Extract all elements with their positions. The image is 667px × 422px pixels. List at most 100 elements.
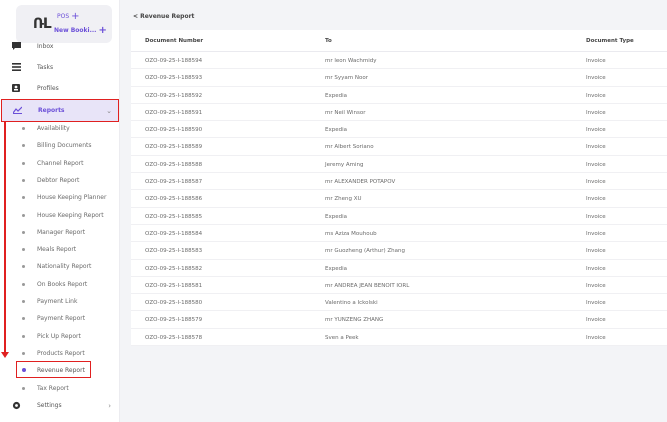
sidebar-item-inbox[interactable]: Inbox bbox=[0, 38, 120, 55]
sidebar-item-tasks[interactable]: Tasks bbox=[0, 59, 120, 76]
cell-to: mr ANDREA JEAN BENOIT IORL bbox=[325, 282, 410, 289]
submenu-item-channel-report[interactable]: Channel Report bbox=[0, 157, 120, 171]
table-header: Document Number To Document Type bbox=[131, 30, 667, 52]
submenu-item-label: Channel Report bbox=[37, 159, 84, 167]
submenu-item-payment-report[interactable]: Payment Report bbox=[0, 312, 120, 326]
pos-label: POS bbox=[57, 13, 70, 20]
submenu-item-tax-report[interactable]: Tax Report bbox=[0, 382, 120, 396]
submenu-item-label: Tax Report bbox=[37, 384, 69, 392]
brand-logo: ՌL bbox=[33, 16, 52, 32]
cell-to: Expedia bbox=[325, 265, 347, 272]
cell-to: mr Neil Winsor bbox=[325, 109, 366, 116]
cell-to: mr Guozheng (Arthur) Zhang bbox=[325, 248, 406, 255]
table-row[interactable]: OZO-09-25-I-188580 Valentino a Ickolski In… bbox=[131, 294, 667, 312]
cell-document-number: OZO-09-25-I-188583 bbox=[145, 248, 203, 255]
table-row[interactable]: OZO-09-25-I-188589 mr Albert Soriano Invoi… bbox=[131, 138, 667, 156]
submenu-item-label: Nationality Report bbox=[37, 263, 92, 271]
table-row[interactable]: OZO-09-25-I-188582 Expedia Invoice bbox=[131, 260, 667, 277]
bullet-icon bbox=[22, 127, 25, 130]
table-row[interactable]: OZO-09-25-I-188590 Expedia Invoice bbox=[131, 121, 667, 139]
submenu-item-label: Pick Up Report bbox=[37, 332, 81, 340]
cell-document-number: OZO-09-25-I-188591 bbox=[145, 109, 203, 116]
sidebar-item-label: Inbox bbox=[37, 43, 54, 50]
cell-document-type: Invoice bbox=[586, 58, 606, 64]
submenu-item-house-keeping-report[interactable]: House Keeping Report bbox=[0, 209, 120, 223]
column-header-document-type[interactable]: Document Type bbox=[586, 38, 634, 44]
sidebar-item-label: Tasks bbox=[37, 64, 54, 71]
sidebar-item-label: Reports bbox=[38, 107, 65, 114]
cell-document-type: Invoice bbox=[586, 196, 606, 203]
cell-to: Valentino a Ickolski bbox=[325, 300, 378, 307]
table-row[interactable]: OZO-09-25-I-188578 Sven a Peek Invoice bbox=[131, 329, 667, 347]
report-table: Document Number To Document Type OZO-09-… bbox=[131, 30, 667, 347]
cell-to: mr Syyam Noor bbox=[325, 75, 368, 82]
submenu-item-debtor-report[interactable]: Debtor Report bbox=[0, 174, 120, 188]
table-row[interactable]: OZO-09-25-I-188588 Jeremy Aming Invoice bbox=[131, 156, 667, 174]
main-content: < Revenue Report Document Number To Docu… bbox=[120, 0, 667, 422]
submenu-item-label: House Keeping Report bbox=[37, 211, 104, 219]
table-row[interactable]: OZO-09-25-I-188591 mr Neil Winsor Invoice bbox=[131, 104, 667, 122]
plus-icon: + bbox=[71, 10, 80, 22]
table-row[interactable]: OZO-09-25-I-188584 ms Aziza Mouhoub Invoic… bbox=[131, 225, 667, 243]
table-row[interactable]: OZO-09-25-I-188594 mr leon Wachmidy Invoic… bbox=[131, 52, 667, 70]
breadcrumb[interactable]: < Revenue Report bbox=[133, 13, 194, 20]
sidebar-item-reports[interactable]: Reports ⌄ bbox=[1, 99, 119, 122]
table-row[interactable]: OZO-09-25-I-188585 Expedia Invoice bbox=[131, 208, 667, 225]
bullet-icon bbox=[22, 213, 25, 217]
cell-document-type: Invoice bbox=[586, 144, 606, 151]
submenu-item-payment-link[interactable]: Payment Link bbox=[0, 295, 120, 309]
cell-to: Expedia bbox=[325, 127, 347, 134]
submenu-item-billing-documents[interactable]: Billing Documents bbox=[0, 139, 120, 153]
revenue-report-highlight bbox=[16, 361, 91, 378]
submenu-item-manager-report[interactable]: Manager Report bbox=[0, 226, 120, 240]
bullet-icon bbox=[22, 351, 25, 355]
bullet-icon bbox=[22, 317, 25, 321]
submenu-item-products-report[interactable]: Products Report bbox=[0, 347, 120, 361]
column-header-to[interactable]: To bbox=[325, 38, 332, 44]
submenu-item-on-books-report[interactable]: On Books Report bbox=[0, 278, 120, 292]
cell-document-number: OZO-09-25-I-188589 bbox=[145, 144, 203, 151]
submenu-item-pick-up-report[interactable]: Pick Up Report bbox=[0, 330, 120, 344]
chevron-down-icon: ⌄ bbox=[106, 106, 112, 115]
bullet-icon bbox=[22, 178, 25, 182]
submenu-item-label: Meals Report bbox=[37, 246, 77, 254]
submenu-item-availability[interactable]: Availability bbox=[0, 122, 120, 136]
new-booking-link[interactable]: New Booki... + bbox=[54, 25, 107, 35]
sidebar-item-profiles[interactable]: Profiles bbox=[0, 80, 120, 97]
table-row[interactable]: OZO-09-25-I-188581 mr ANDREA JEAN BENOIT … bbox=[131, 277, 667, 295]
submenu-item-meals-report[interactable]: Meals Report bbox=[0, 243, 120, 257]
submenu-item-house-keeping-planner[interactable]: House Keeping Planner bbox=[0, 191, 120, 205]
cell-document-number: OZO-09-25-I-188593 bbox=[145, 75, 203, 82]
cell-document-number: OZO-09-25-I-188578 bbox=[145, 334, 203, 341]
column-header-document-number[interactable]: Document Number bbox=[145, 38, 203, 44]
pos-link[interactable]: POS + bbox=[57, 10, 80, 22]
bullet-icon bbox=[22, 144, 25, 148]
inbox-icon bbox=[12, 42, 21, 50]
sidebar-item-settings[interactable]: Settings › bbox=[0, 397, 120, 414]
submenu-item-label: Availability bbox=[37, 125, 70, 132]
table-row[interactable]: OZO-09-25-I-188579 mr YUNZENG ZHANG Invoic… bbox=[131, 311, 667, 329]
bullet-icon bbox=[22, 282, 25, 286]
cell-to: ms Aziza Mouhoub bbox=[325, 230, 377, 237]
table-row[interactable]: OZO-09-25-I-188593 mr Syyam Noor Invoice bbox=[131, 69, 667, 87]
cell-document-number: OZO-09-25-I-188586 bbox=[145, 196, 203, 203]
table-row[interactable]: OZO-09-25-I-188592 Expedia Invoice bbox=[131, 87, 667, 104]
table-row[interactable]: OZO-09-25-I-188587 mr ALEXANDER POTAPOV In… bbox=[131, 173, 667, 191]
cell-document-number: OZO-09-25-I-188587 bbox=[145, 179, 203, 186]
table-row[interactable]: OZO-09-25-I-188586 mr Zheng XU Invoice bbox=[131, 190, 667, 208]
cell-document-type: Invoice bbox=[586, 161, 606, 168]
cell-to: Jeremy Aming bbox=[325, 161, 364, 168]
cell-document-number: OZO-09-25-I-188582 bbox=[145, 265, 203, 272]
submenu-item-nationality-report[interactable]: Nationality Report bbox=[0, 260, 120, 274]
reports-row[interactable]: Reports ⌄ bbox=[1, 102, 121, 119]
cell-document-number: OZO-09-25-I-188585 bbox=[145, 213, 203, 220]
cell-document-type: Invoice bbox=[586, 334, 606, 341]
sidebar-item-label: Settings bbox=[37, 402, 62, 409]
cell-document-type: Invoice bbox=[586, 109, 606, 116]
cell-to: mr Zheng XU bbox=[325, 196, 362, 203]
cell-document-type: Invoice bbox=[586, 213, 606, 220]
cell-document-number: OZO-09-25-I-188580 bbox=[145, 300, 203, 307]
cell-document-number: OZO-09-25-I-188592 bbox=[145, 92, 203, 99]
gear-icon bbox=[12, 401, 21, 410]
table-row[interactable]: OZO-09-25-I-188583 mr Guozheng (Arthur) Z… bbox=[131, 242, 667, 260]
